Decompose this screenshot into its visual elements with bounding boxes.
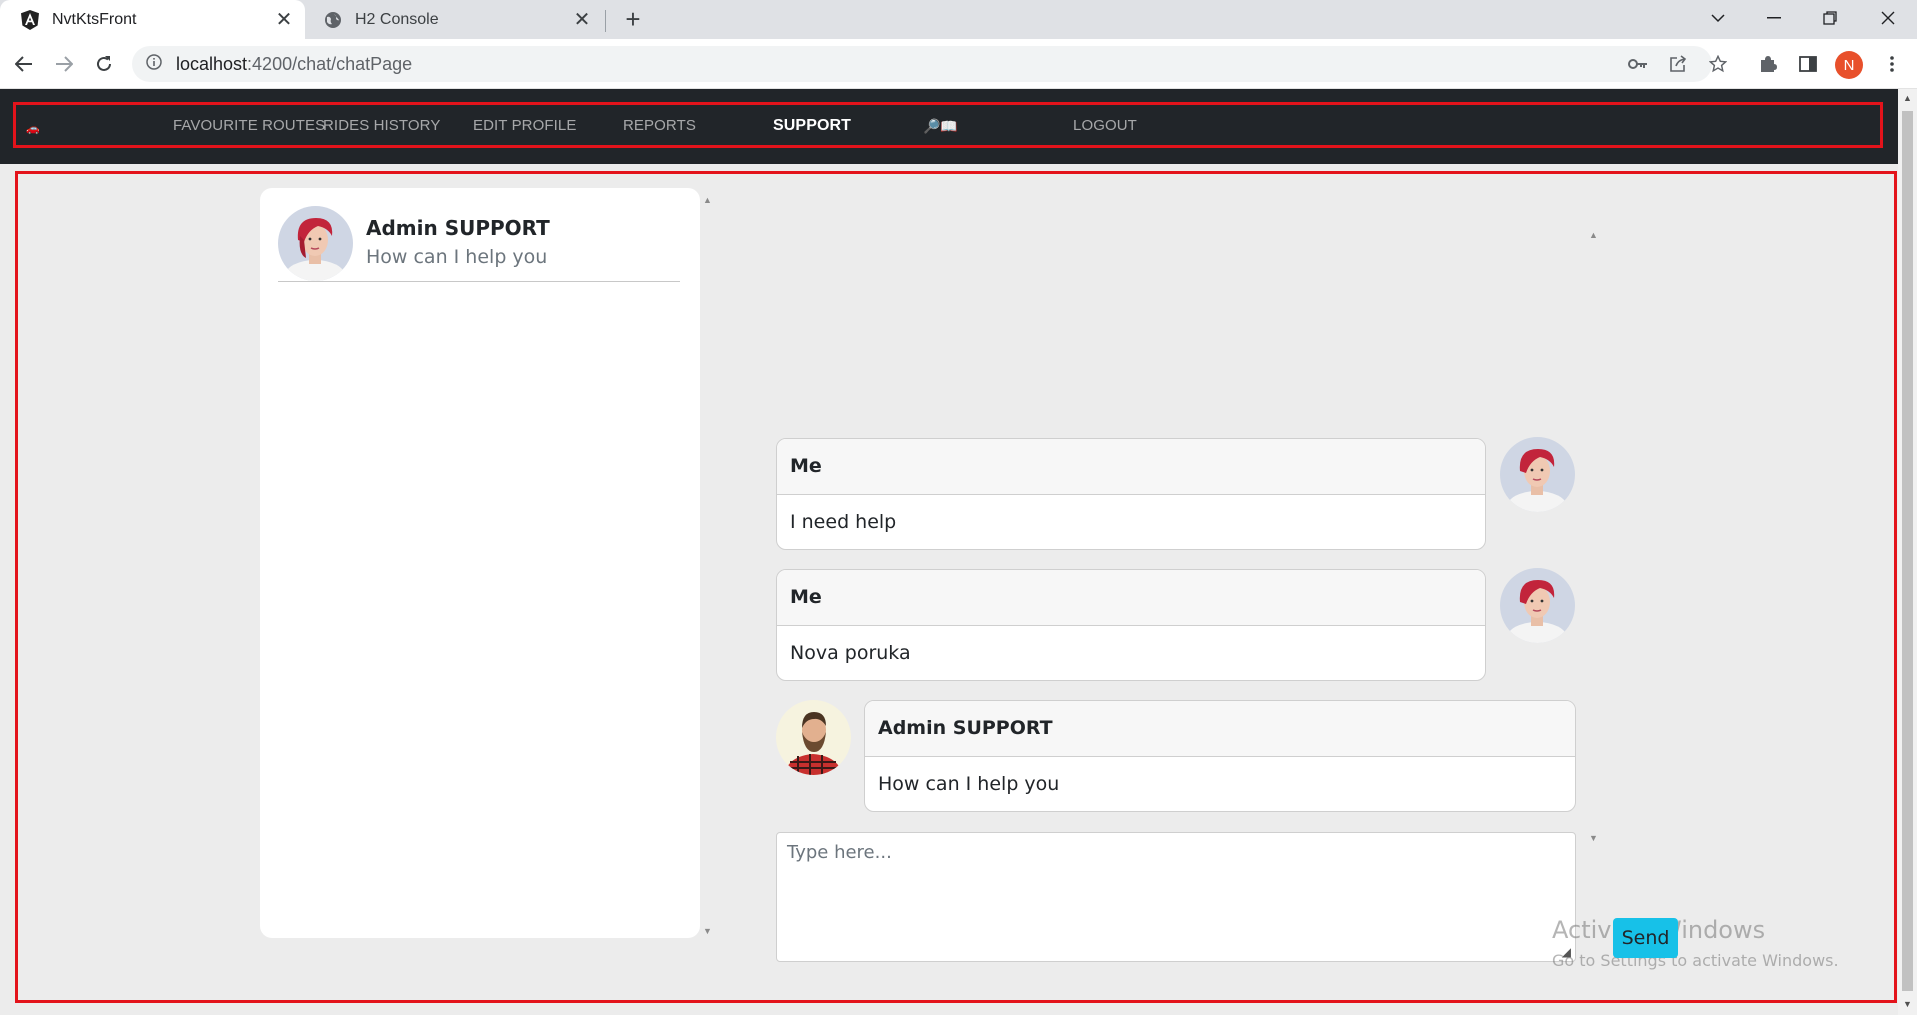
browser-tabstrip: NvtKtsFront ✕ H2 Console ✕ + (0, 0, 1917, 39)
tab-title: NvtKtsFront (52, 10, 137, 28)
tab-search-icon[interactable] (1692, 0, 1744, 36)
top-navbar: 🚗 FAVOURITE ROUTES RIDES HISTORY EDIT PR… (0, 89, 1898, 164)
browser-toolbar: localhost:4200/chat/chatPage (0, 39, 1917, 89)
tab-nvtktsfront[interactable]: NvtKtsFront ✕ (0, 0, 305, 39)
tab-h2-console[interactable]: H2 Console ✕ (315, 0, 603, 39)
key-icon[interactable] (1620, 46, 1656, 82)
page-viewport: 🚗 FAVOURITE ROUTES RIDES HISTORY EDIT PR… (0, 89, 1898, 1015)
close-icon[interactable]: ✕ (271, 7, 297, 33)
restore-icon[interactable] (1804, 0, 1856, 36)
scrollbar-thumb[interactable] (1902, 111, 1913, 991)
profile-avatar[interactable]: N (1835, 51, 1863, 79)
tab-title: H2 Console (355, 10, 439, 28)
side-panel-icon[interactable] (1790, 46, 1826, 82)
url-host: localhost (176, 53, 248, 74)
forward-arrow-icon[interactable] (46, 46, 82, 82)
page-scrollbar[interactable]: ▲ ▼ (1898, 89, 1917, 1015)
reload-icon[interactable] (86, 46, 122, 82)
back-arrow-icon[interactable] (6, 46, 42, 82)
bookmark-star-icon[interactable] (1700, 46, 1736, 82)
globe-icon (323, 10, 343, 30)
address-bar[interactable]: localhost:4200/chat/chatPage (132, 46, 1712, 82)
close-icon[interactable]: ✕ (569, 7, 595, 33)
close-window-icon[interactable] (1862, 0, 1914, 36)
scroll-up-arrow-icon[interactable]: ▲ (1903, 93, 1912, 103)
content-highlight-outline (15, 171, 1897, 1003)
more-menu-icon[interactable] (1874, 46, 1910, 82)
tab-divider (605, 10, 606, 32)
site-info-icon[interactable] (146, 53, 162, 75)
url-path: :4200/chat/chatPage (247, 53, 413, 74)
angular-logo-icon (20, 9, 40, 30)
navbar-highlight-outline (13, 102, 1883, 148)
minimize-icon[interactable] (1748, 0, 1800, 36)
share-icon[interactable] (1660, 46, 1696, 82)
new-tab-button[interactable]: + (618, 4, 648, 34)
extensions-puzzle-icon[interactable] (1750, 46, 1786, 82)
scroll-down-arrow-icon[interactable]: ▼ (1903, 999, 1912, 1009)
